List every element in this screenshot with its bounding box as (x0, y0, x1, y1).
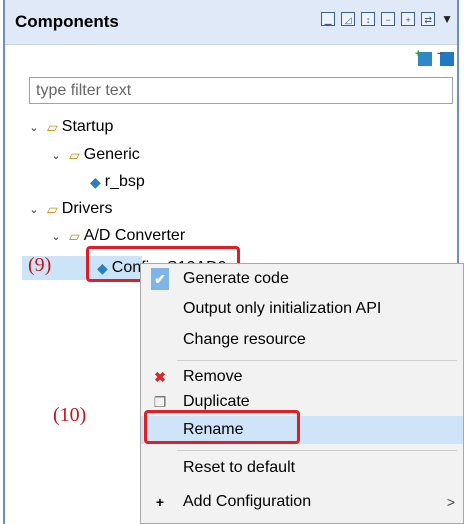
add-component-icon[interactable]: + (415, 48, 432, 66)
menu-item-label: Add Configuration (183, 493, 312, 510)
remove-x-icon: ✖ (154, 368, 166, 385)
panel-title: Components (15, 12, 119, 31)
folder-open-icon: ▱ (47, 200, 58, 217)
tree-item-label: Startup (61, 118, 114, 135)
folder-open-icon: ▱ (69, 146, 80, 163)
view-menu-icon[interactable]: ▼ (441, 12, 453, 26)
components-panel: Components ▁ ◿ ↕ − + ⇄ ▼ + − ⌄ ▱ Startup… (0, 0, 464, 524)
toolbar: ▁ ◿ ↕ − + ⇄ ▼ (321, 12, 453, 26)
menu-item-output-init-api[interactable]: Output only initialization API (141, 295, 463, 323)
annotation-label-10: (10) (53, 404, 87, 426)
remove-component-icon[interactable]: − (437, 48, 454, 66)
menu-item-label: Remove (183, 368, 243, 385)
plus-box-icon[interactable]: + (401, 12, 416, 26)
menu-item-label: Change resource (183, 331, 306, 348)
tree-item-r-bsp[interactable]: ◆ r_bsp (90, 170, 145, 194)
chevron-down-icon[interactable]: ⌄ (27, 121, 41, 134)
menu-separator (177, 360, 457, 361)
component-actions: + − (415, 48, 454, 66)
tree-item-generic[interactable]: ⌄ ▱ Generic (49, 143, 140, 167)
tree-item-startup[interactable]: ⌄ ▱ Startup (27, 115, 113, 139)
filter-input[interactable] (29, 77, 453, 104)
chevron-down-icon[interactable]: ⌄ (49, 149, 63, 162)
annotation-label-9: (9) (28, 254, 52, 276)
tree-item-label: Generic (83, 146, 140, 163)
component-icon: ◆ (90, 173, 101, 190)
menu-item-add-configuration[interactable]: + Add Configuration > (141, 488, 463, 516)
panel-titlebar: Components ▁ ◿ ↕ − + ⇄ ▼ (5, 0, 457, 45)
annotation-box-10 (144, 410, 300, 444)
minus-box-icon[interactable]: − (381, 12, 396, 26)
plus-icon: + (155, 494, 165, 510)
tree-item-label: r_bsp (104, 173, 145, 190)
menu-item-change-resource[interactable]: Change resource (141, 326, 463, 354)
link-icon[interactable]: ⇄ (421, 12, 436, 26)
sort-icon[interactable]: ↕ (361, 12, 376, 26)
menu-item-label: Reset to default (183, 459, 296, 476)
check-icon: ✔ (151, 268, 169, 290)
tree-item-drivers[interactable]: ⌄ ▱ Drivers (27, 197, 112, 221)
tree-item-label: A/D Converter (83, 227, 186, 244)
submenu-arrow-icon: > (446, 494, 455, 510)
menu-item-label: Output only initialization API (183, 300, 382, 317)
duplicate-icon: ❐ (153, 393, 167, 410)
menu-item-generate-code[interactable]: ✔ Generate code (141, 265, 463, 293)
menu-item-label: Duplicate (183, 393, 250, 410)
tree-item-label: Drivers (61, 200, 113, 217)
expand-icon[interactable]: ◿ (341, 12, 356, 26)
menu-item-label: Generate code (183, 270, 289, 287)
tree-item-ad-converter[interactable]: ⌄ ▱ A/D Converter (49, 224, 185, 248)
panel-left-border (3, 0, 5, 524)
menu-item-reset-default[interactable]: Reset to default (141, 454, 463, 482)
menu-item-remove[interactable]: ✖ Remove (141, 363, 463, 391)
folder-open-icon: ▱ (69, 227, 80, 244)
chevron-down-icon[interactable]: ⌄ (27, 203, 41, 216)
chevron-down-icon[interactable]: ⌄ (49, 230, 63, 243)
menu-separator (177, 450, 457, 451)
collapse-icon[interactable]: ▁ (321, 12, 336, 26)
folder-open-icon: ▱ (47, 118, 58, 135)
context-menu: ✔ Generate code Output only initializati… (140, 263, 464, 524)
